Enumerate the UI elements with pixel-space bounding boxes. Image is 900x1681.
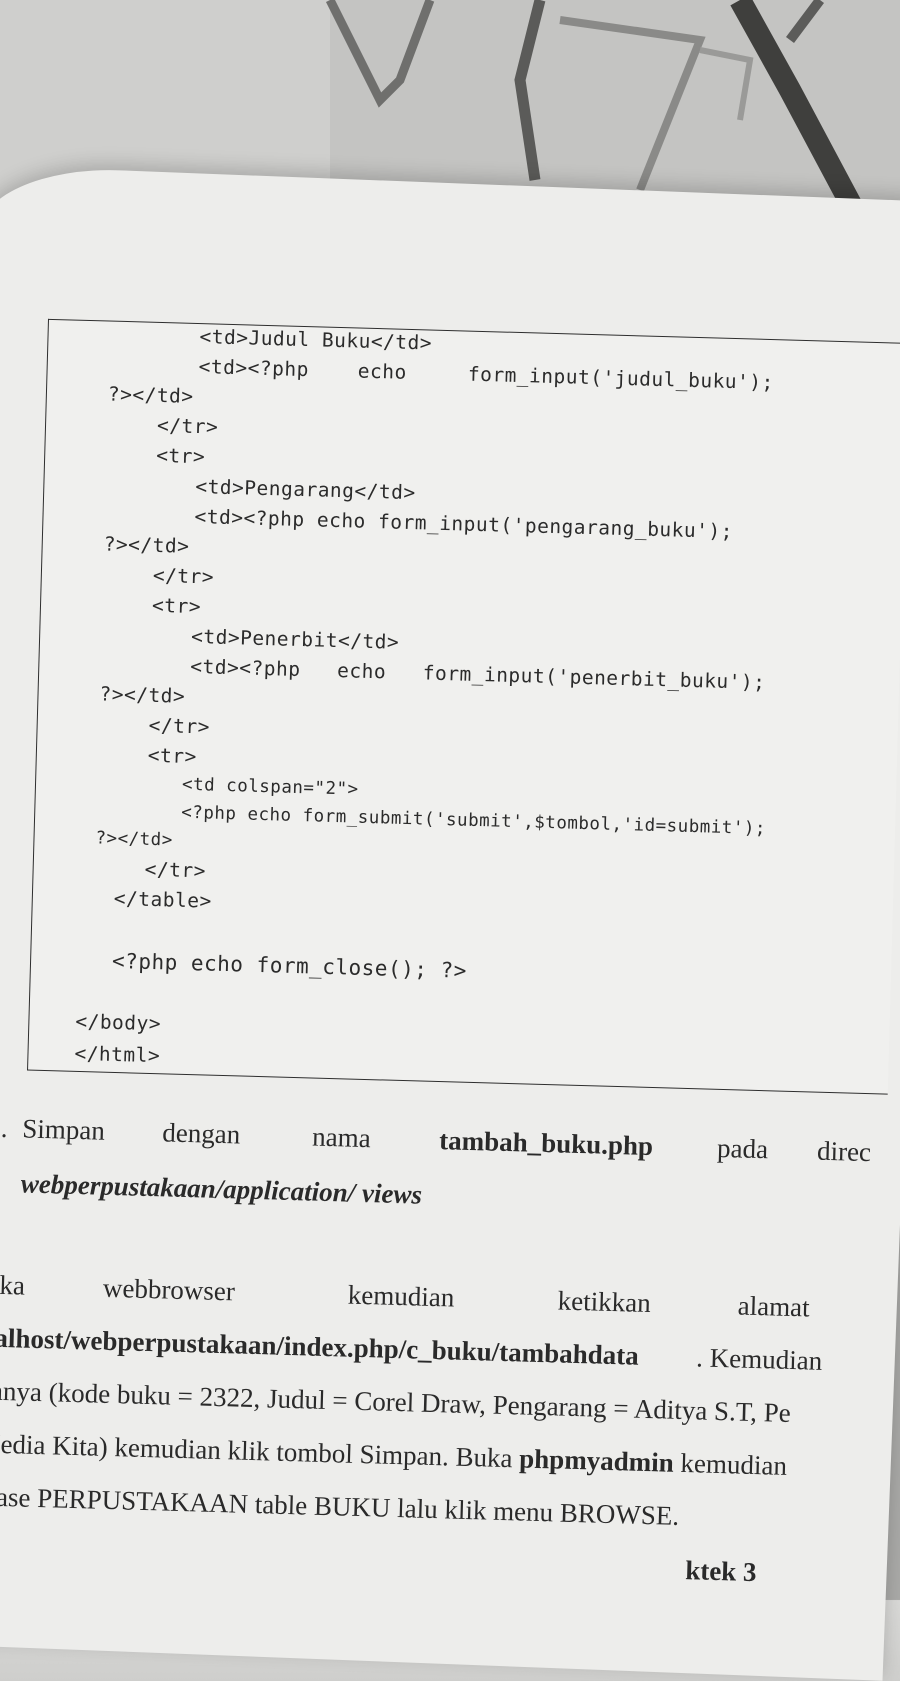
page-content: <td>Judul Buku</td> <td><?php echo form_… — [0, 0, 900, 1622]
code-line: </tr> — [144, 857, 207, 883]
code-line: <tr> — [147, 743, 198, 769]
para-word: ketikkan — [557, 1285, 652, 1319]
code-line: ?></td> — [107, 382, 194, 408]
para-bold: phpmyadmin — [518, 1443, 675, 1478]
step-b-word: direc — [816, 1135, 872, 1168]
code-line: ?></td> — [103, 532, 190, 558]
step-b-filename: tambah_buku.php — [438, 1125, 654, 1162]
para-word: Buka — [0, 1268, 26, 1301]
step-b-word: nama — [311, 1121, 372, 1154]
code-line: </body> — [75, 1009, 162, 1036]
step-b-path: webperpustakaan/application/ views — [20, 1168, 423, 1210]
para-word: alamat — [737, 1290, 811, 1323]
para-word: kemudian — [347, 1279, 455, 1313]
section-heading-fragment: ktek 3 — [684, 1555, 757, 1588]
code-line: </tr> — [156, 413, 219, 439]
para-url: localhost/webperpustakaan/index.php/c_bu… — [0, 1321, 640, 1371]
step-b-word: pada — [716, 1132, 769, 1165]
para-line: atabase PERPUSTAKAAN table BUKU lalu kli… — [0, 1480, 680, 1531]
step-b-marker: b. — [0, 1112, 9, 1144]
step-b-word: Simpan — [21, 1113, 106, 1146]
code-line: ?></td> — [95, 828, 174, 851]
code-line: ?></td> — [99, 682, 186, 708]
code-line: <tr> — [151, 593, 202, 619]
para-text: kemudian — [673, 1447, 788, 1481]
para-word: webbrowser — [102, 1272, 236, 1307]
para-url-tail: . Kemudian — [695, 1342, 823, 1376]
step-b-word: dengan — [161, 1117, 241, 1150]
code-line: </tr> — [148, 713, 211, 739]
code-line: <tr> — [155, 443, 206, 469]
code-line: </table> — [113, 886, 213, 913]
para-text: = Media Kita) kemudian klik tombol Simpa… — [0, 1427, 520, 1474]
code-line: </html> — [74, 1041, 161, 1068]
para-line: datanya (kode buku = 2322, Judul = Corel… — [0, 1374, 792, 1428]
code-line: </tr> — [152, 563, 215, 589]
para-line: = Media Kita) kemudian klik tombol Simpa… — [0, 1428, 787, 1482]
